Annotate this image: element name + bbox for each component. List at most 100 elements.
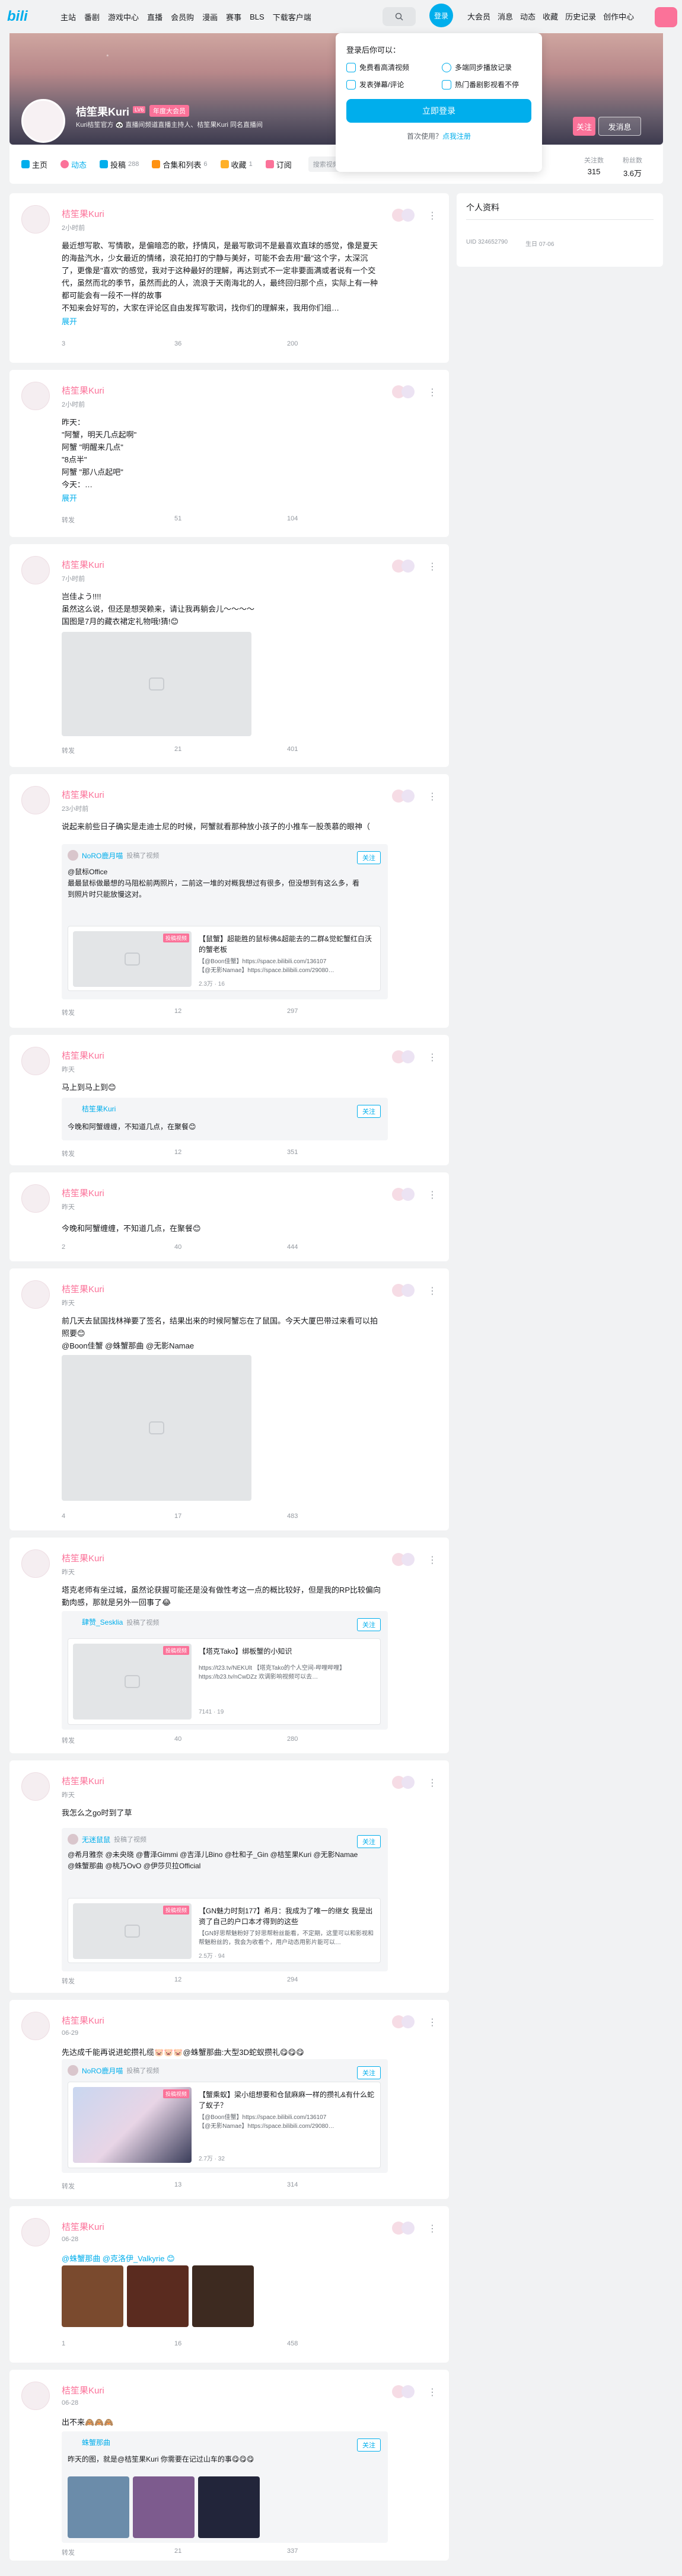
share-button[interactable]: 2 bbox=[62, 1244, 174, 1251]
forwarded-post[interactable]: NoRO鹿月喵 投稿了视频 关注 投稿视频 【蟹乘蚁】梁小组想要和仓鼠麻麻一样的攒… bbox=[62, 2059, 388, 2173]
more-icon[interactable]: ⋮ bbox=[428, 1285, 437, 1297]
forwarded-post[interactable]: 无迷鼠鼠 投稿了视频 关注 @希月雅奈 @未央晓 @曹泽Gimmi @吉泽儿Bin… bbox=[62, 1828, 388, 1971]
stat-following[interactable]: 关注数 315 bbox=[584, 155, 604, 176]
avatar[interactable] bbox=[21, 1549, 50, 1578]
comment-button[interactable]: 16 bbox=[174, 2340, 287, 2347]
more-icon[interactable]: ⋮ bbox=[428, 791, 437, 803]
more-icon[interactable]: ⋮ bbox=[428, 2223, 437, 2235]
like-button[interactable]: 200 bbox=[287, 340, 400, 347]
more-icon[interactable]: ⋮ bbox=[428, 2386, 437, 2398]
nav-download[interactable]: 下载客户端 bbox=[273, 11, 311, 23]
video-card[interactable]: 投稿视频 【塔克Tako】绑板蟹的小知识 https://t23.tv/NEKU… bbox=[68, 1638, 381, 1725]
avatar[interactable] bbox=[21, 1184, 50, 1213]
video-thumbnail[interactable]: 投稿视频 bbox=[73, 1644, 192, 1720]
author-name[interactable]: 桔笙果Kuri bbox=[62, 558, 104, 571]
nav-bls[interactable]: BLS bbox=[250, 12, 264, 21]
nav-creator[interactable]: 创作中心 bbox=[603, 11, 634, 22]
avatar[interactable] bbox=[21, 1047, 50, 1075]
dropdown-login-button[interactable]: 立即登录 bbox=[346, 99, 531, 123]
more-icon[interactable]: ⋮ bbox=[428, 1777, 437, 1789]
expand-link[interactable]: 展开 bbox=[62, 315, 382, 328]
post-image[interactable] bbox=[192, 2265, 254, 2327]
tab-dynamics[interactable]: 动态 bbox=[60, 159, 87, 170]
video-title[interactable]: 【鼠蟹】超能胜的鼠标佛&超能去的二群&觉蛇蟹红白沃的蟹老板 bbox=[199, 934, 377, 955]
comment-button[interactable]: 17 bbox=[174, 1513, 287, 1520]
author-name[interactable]: 桔笙果Kuri bbox=[62, 1775, 104, 1787]
expand-link[interactable]: 展开 bbox=[62, 492, 382, 504]
forwarded-post[interactable]: 肆赞_Sesklia 投稿了视频 关注 投稿视频 【塔克Tako】绑板蟹的小知识 … bbox=[62, 1611, 388, 1730]
video-title[interactable]: 【塔克Tako】绑板蟹的小知识 bbox=[199, 1646, 377, 1657]
nav-dynamics[interactable]: 动态 bbox=[520, 11, 536, 22]
nav-vip[interactable]: 大会员 bbox=[467, 11, 490, 22]
more-icon[interactable]: ⋮ bbox=[428, 210, 437, 222]
nav-live[interactable]: 直播 bbox=[147, 11, 162, 23]
like-button[interactable]: 280 bbox=[287, 1736, 400, 1745]
follow-button[interactable]: 关注 bbox=[357, 851, 381, 864]
nav-anime[interactable]: 番剧 bbox=[84, 11, 100, 23]
like-button[interactable]: 444 bbox=[287, 1244, 400, 1251]
post-image[interactable] bbox=[68, 2476, 129, 2538]
nav-mall[interactable]: 会员购 bbox=[171, 11, 194, 23]
share-button[interactable]: 转发 bbox=[62, 2548, 174, 2557]
post-image[interactable] bbox=[62, 632, 251, 736]
login-avatar-button[interactable]: 登录 bbox=[429, 4, 453, 27]
share-button[interactable]: 4 bbox=[62, 1513, 174, 1520]
avatar[interactable] bbox=[68, 850, 78, 861]
follow-button[interactable]: 关注 bbox=[357, 1105, 381, 1118]
post-image[interactable] bbox=[127, 2265, 189, 2327]
more-icon[interactable]: ⋮ bbox=[428, 1052, 437, 1063]
like-button[interactable]: 104 bbox=[287, 515, 400, 525]
like-button[interactable]: 483 bbox=[287, 1513, 400, 1520]
comment-button[interactable]: 13 bbox=[174, 2181, 287, 2191]
author-name[interactable]: 桔笙果Kuri bbox=[62, 1049, 104, 1062]
video-card[interactable]: 投稿视频 【鼠蟹】超能胜的鼠标佛&超能去的二群&觉蛇蟹红白沃的蟹老板 【@Boo… bbox=[68, 926, 381, 991]
like-button[interactable]: 337 bbox=[287, 2548, 400, 2557]
nav-messages[interactable]: 消息 bbox=[498, 11, 513, 22]
avatar[interactable] bbox=[21, 205, 50, 234]
author-name[interactable]: 桔笙果Kuri bbox=[62, 788, 104, 801]
comment-button[interactable]: 40 bbox=[174, 1244, 287, 1251]
post-image[interactable] bbox=[133, 2476, 195, 2538]
share-button[interactable]: 转发 bbox=[62, 2181, 174, 2191]
post-image[interactable] bbox=[62, 2265, 123, 2327]
share-button[interactable]: 转发 bbox=[62, 1008, 174, 1017]
bilibili-logo[interactable]: bili bbox=[7, 6, 50, 27]
video-thumbnail[interactable]: 投稿视频 bbox=[73, 1903, 192, 1959]
share-button[interactable]: 转发 bbox=[62, 1976, 174, 1986]
forwarded-post[interactable]: 桔笙果Kuri 关注 今晚和阿蟹缠缠，不知道几点，在聚餐😊 bbox=[62, 1098, 388, 1140]
like-button[interactable]: 401 bbox=[287, 746, 400, 755]
nav-esports[interactable]: 赛事 bbox=[226, 11, 241, 23]
comment-button[interactable]: 51 bbox=[174, 515, 287, 525]
share-button[interactable]: 转发 bbox=[62, 1149, 174, 1158]
author-name[interactable]: 桔笙果Kuri bbox=[62, 2384, 104, 2396]
avatar[interactable] bbox=[21, 556, 50, 584]
avatar[interactable] bbox=[68, 1834, 78, 1845]
follow-button[interactable]: 关注 bbox=[357, 1835, 381, 1848]
avatar[interactable] bbox=[21, 382, 50, 410]
tab-favorites[interactable]: 收藏 1 bbox=[220, 159, 253, 170]
comment-button[interactable]: 21 bbox=[174, 2548, 287, 2557]
post-image[interactable] bbox=[198, 2476, 260, 2538]
like-button[interactable]: 294 bbox=[287, 1976, 400, 1986]
like-button[interactable]: 351 bbox=[287, 1149, 400, 1158]
comment-button[interactable]: 12 bbox=[174, 1008, 287, 1017]
nav-game[interactable]: 游戏中心 bbox=[108, 11, 139, 23]
follow-button[interactable]: 关注 bbox=[357, 2066, 381, 2079]
tab-collections[interactable]: 合集和列表 6 bbox=[152, 159, 208, 170]
share-button[interactable]: 转发 bbox=[62, 515, 174, 525]
like-button[interactable]: 297 bbox=[287, 1008, 400, 1017]
video-card[interactable]: 投稿视频 【蟹乘蚁】梁小组想要和仓鼠麻麻一样的攒礼&有什么蛇了蚁子？ 【@Boo… bbox=[68, 2082, 381, 2168]
like-button[interactable]: 458 bbox=[287, 2340, 400, 2347]
more-icon[interactable]: ⋮ bbox=[428, 2016, 437, 2028]
post-image[interactable] bbox=[62, 1355, 251, 1501]
comment-button[interactable]: 12 bbox=[174, 1149, 287, 1158]
comment-button[interactable]: 40 bbox=[174, 1736, 287, 1745]
profile-avatar[interactable] bbox=[21, 99, 65, 143]
more-icon[interactable]: ⋮ bbox=[428, 1554, 437, 1566]
author-name[interactable]: 桔笙果Kuri bbox=[62, 384, 104, 397]
more-icon[interactable]: ⋮ bbox=[428, 1189, 437, 1201]
tab-subscriptions[interactable]: 订阅 bbox=[265, 159, 292, 170]
avatar[interactable] bbox=[21, 2382, 50, 2410]
nav-main[interactable]: 主站 bbox=[60, 11, 76, 23]
video-thumbnail[interactable]: 投稿视频 bbox=[73, 931, 192, 987]
